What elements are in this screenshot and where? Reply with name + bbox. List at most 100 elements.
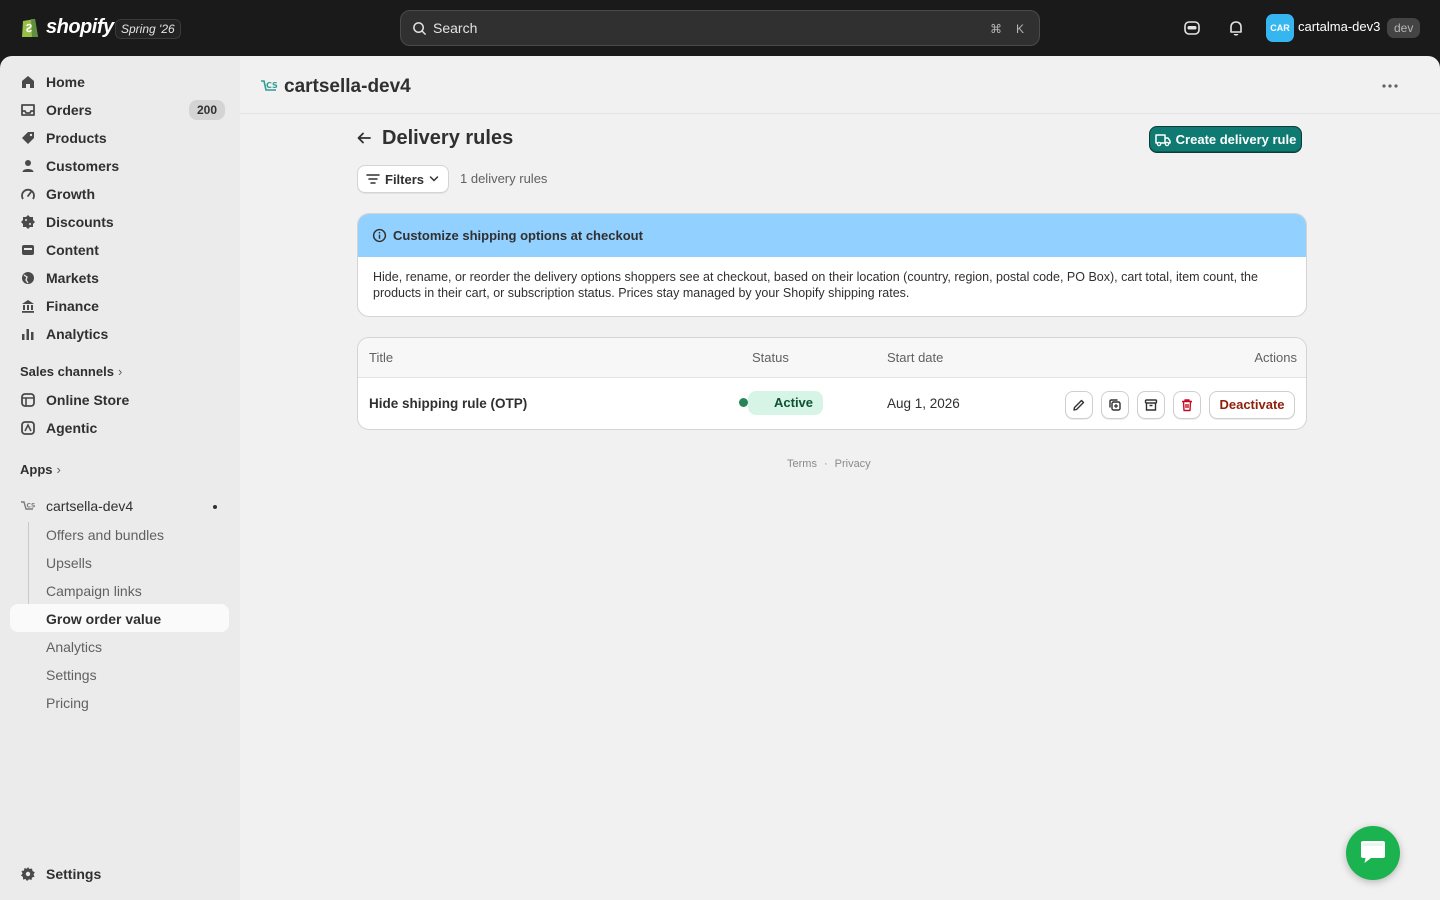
content-icon — [22, 245, 34, 255]
create-delivery-rule-label: Create delivery rule — [1175, 132, 1297, 147]
column-header-status[interactable]: Status — [752, 350, 789, 365]
shopify-bag-icon — [22, 19, 38, 37]
svg-text:CS: CS — [266, 81, 278, 90]
sidebar-item-settings[interactable]: Settings — [10, 860, 229, 888]
sidebar-item-markets[interactable]: Markets — [10, 264, 229, 292]
sidebar-item-growth[interactable]: Growth — [10, 180, 229, 208]
sidebar-item-customers[interactable]: Customers — [10, 152, 229, 180]
orders-icon — [21, 104, 35, 116]
sidebar-item-label: Finance — [46, 298, 99, 314]
env-badge: dev — [1387, 18, 1421, 38]
sidebar-item-label: Growth — [46, 186, 95, 202]
page-title: Delivery rules — [382, 127, 514, 149]
more-actions-icon[interactable] — [1380, 76, 1400, 96]
sidebar-subitem-label: Analytics — [46, 639, 103, 655]
privacy-link[interactable]: Privacy — [835, 458, 871, 470]
sidebar-subitem-label: Grow order value — [46, 611, 162, 627]
footer-separator: · — [823, 458, 828, 470]
sidebar-subitem-campaign-links[interactable]: Campaign links — [10, 576, 229, 604]
bell-icon[interactable] — [1226, 18, 1246, 38]
truck-icon — [1154, 133, 1171, 146]
column-header-title[interactable]: Title — [369, 350, 393, 365]
store-name[interactable]: cartalma-dev3 — [1298, 19, 1380, 34]
chevron-down-icon — [429, 176, 439, 182]
sidebar-subitem-label: Settings — [46, 667, 97, 683]
sidebar-item-label: Products — [46, 130, 107, 146]
sidebar-item-finance[interactable]: Finance — [10, 292, 229, 320]
sidebar-item-label: Home — [46, 74, 85, 90]
sidebar-subitem-label: Upsells — [46, 555, 92, 571]
svg-text:CS: CS — [27, 503, 36, 510]
sales-channels-heading[interactable]: Sales channels › — [20, 364, 122, 379]
edit-button[interactable] — [1065, 391, 1093, 419]
sidebar-item-agentic[interactable]: Agentic — [10, 414, 229, 442]
column-header-start-date[interactable]: Start date — [887, 350, 943, 365]
sidebar-subitem-analytics[interactable]: Analytics — [10, 632, 229, 660]
sidebar-item-content[interactable]: Content — [10, 236, 229, 264]
shopify-logo[interactable]: shopify — [20, 15, 114, 39]
discount-icon — [21, 215, 35, 229]
sidebar-item-discounts[interactable]: Discounts — [10, 208, 229, 236]
sidebar: Home Orders 200 Products Customers Growt… — [0, 56, 240, 900]
agentic-icon — [21, 421, 35, 435]
gear-icon — [21, 867, 35, 881]
duplicate-button[interactable] — [1101, 391, 1129, 419]
tag-icon — [22, 132, 34, 144]
app-active-dot — [213, 505, 217, 509]
sidebar-item-home[interactable]: Home — [10, 68, 229, 96]
deactivate-button[interactable]: Deactivate — [1209, 391, 1295, 419]
avatar[interactable]: CAR — [1266, 14, 1294, 42]
banner-title: Customize shipping options at checkout — [393, 228, 643, 243]
bank-icon — [22, 300, 34, 313]
banner-body: Hide, rename, or reorder the delivery op… — [373, 270, 1258, 300]
sidebar-item-cartsella[interactable]: CS cartsella-dev4 — [10, 492, 229, 520]
globe-icon — [22, 272, 34, 284]
sidebar-subitem-label: Pricing — [46, 695, 89, 711]
sidebar-subitem-pricing[interactable]: Pricing — [10, 688, 229, 716]
sidebar-subitem-settings[interactable]: Settings — [10, 660, 229, 688]
sales-channels-title: Sales channels — [20, 364, 114, 379]
sidebar-subitem-grow-order-value[interactable]: Grow order value — [10, 604, 229, 632]
sidebar-item-analytics[interactable]: Analytics — [10, 320, 229, 348]
edition-badge[interactable]: Spring '26 — [115, 19, 181, 39]
chat-button[interactable] — [1346, 826, 1400, 880]
delete-button[interactable] — [1173, 391, 1201, 419]
create-delivery-rule-button[interactable]: Create delivery rule — [1149, 126, 1302, 153]
cartsella-app-icon: CS — [21, 501, 36, 510]
sidebar-item-orders[interactable]: Orders 200 — [10, 96, 229, 124]
archive-button[interactable] — [1137, 391, 1165, 419]
search-input[interactable]: Search ⌘ K — [400, 10, 1040, 46]
delivery-rules-table: Title Status Start date Actions Hide shi… — [357, 337, 1307, 430]
back-arrow-icon[interactable] — [356, 130, 372, 146]
app-header: CS cartsella-dev4 — [240, 56, 1440, 114]
sidekick-icon[interactable] — [1182, 18, 1202, 38]
info-icon — [372, 228, 387, 243]
bar-chart-icon — [22, 329, 34, 340]
sidebar-subitem-offers-and-bundles[interactable]: Offers and bundles — [10, 520, 229, 548]
status-badge: Active — [738, 391, 824, 415]
rule-count: 1 delivery rules — [460, 171, 548, 186]
sidebar-item-products[interactable]: Products — [10, 124, 229, 152]
filters-label: Filters — [385, 171, 425, 187]
info-banner: Customize shipping options at checkout H… — [357, 213, 1307, 317]
app-title: cartsella-dev4 — [284, 76, 411, 97]
banner-header: Customize shipping options at checkout — [358, 214, 1306, 257]
sidebar-subitem-label: Campaign links — [46, 583, 142, 599]
sidebar-subitem-upsells[interactable]: Upsells — [10, 548, 229, 576]
footer-links: Terms · Privacy — [787, 458, 871, 470]
start-date: Aug 1, 2026 — [887, 396, 960, 411]
sidebar-item-label: cartsella-dev4 — [46, 498, 134, 514]
apps-heading[interactable]: Apps › — [20, 462, 61, 477]
terms-link[interactable]: Terms — [787, 458, 817, 470]
sidebar-item-label: Content — [46, 242, 99, 258]
sidebar-item-label: Markets — [46, 270, 99, 286]
sidebar-item-label: Agentic — [46, 420, 98, 436]
sidebar-subitem-label: Offers and bundles — [46, 527, 165, 543]
sidebar-item-label: Discounts — [46, 214, 114, 230]
chevron-right-icon: › — [56, 462, 61, 477]
filters-button[interactable]: Filters — [357, 165, 449, 193]
table-header: Title Status Start date Actions — [358, 338, 1306, 378]
archive-icon — [1144, 399, 1158, 411]
rule-title[interactable]: Hide shipping rule (OTP) — [369, 396, 527, 411]
sidebar-item-online-store[interactable]: Online Store — [10, 386, 229, 414]
